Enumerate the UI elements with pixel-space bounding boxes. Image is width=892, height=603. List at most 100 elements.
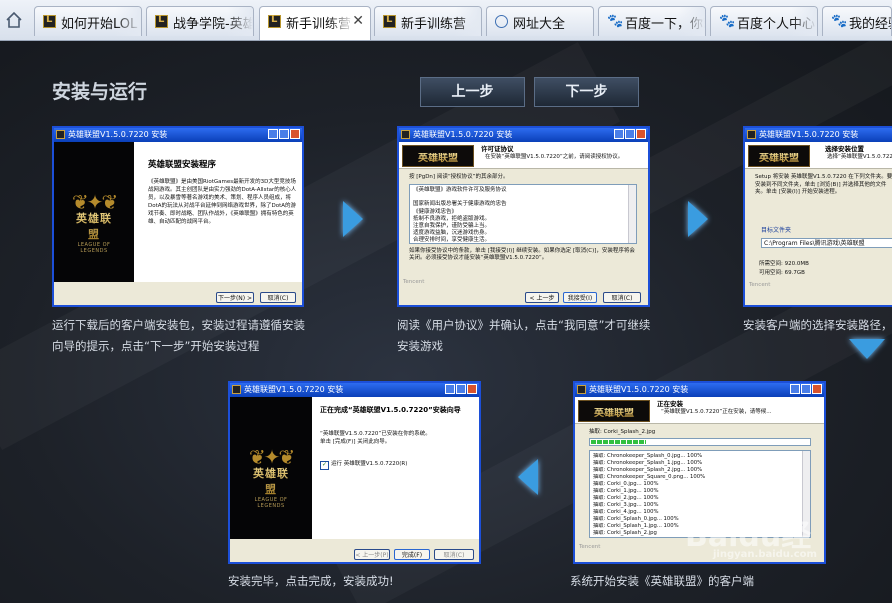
minimize-icon[interactable] [790, 384, 800, 394]
browser-tab[interactable]: 网址大全 [486, 6, 594, 36]
prev-step-button[interactable]: 上一步 [420, 77, 525, 107]
next-step-button[interactable]: 下一步 [534, 77, 639, 107]
maximize-icon[interactable] [279, 129, 289, 139]
arrow-right-icon [688, 201, 708, 237]
browser-tab[interactable]: 新手训练营 [374, 6, 482, 36]
close-icon[interactable] [467, 384, 477, 394]
log-line: 抽取: Chronokeeper_Splash_2.jpg... 100% [593, 467, 703, 473]
close-icon[interactable] [636, 129, 646, 139]
welcome-text: 《英雄联盟》是由美国RiotGames最新开发的3D大型竞技场战网游戏。其主创团… [148, 179, 297, 225]
install-progress-bar [589, 438, 811, 446]
back-button[interactable]: < 上一步(P) [354, 549, 390, 560]
maximize-icon[interactable] [801, 384, 811, 394]
game-logo: 英雄联盟 [402, 145, 474, 167]
log-line: 抽取: Corki_3.jpg... 100% [593, 502, 659, 508]
close-icon[interactable] [290, 129, 300, 139]
folder-group-label: 目标文件夹 [761, 227, 792, 234]
step-caption: 安装完毕，点击完成，安装成功! [228, 574, 394, 588]
license-heading: 许可证协议 [481, 145, 514, 153]
minimize-icon[interactable] [614, 129, 624, 139]
app-icon [56, 130, 65, 139]
license-text-box[interactable]: 《英雄联盟》游戏软件许可及服务协议 国家新闻出版总署关于健康游戏的忠告 《健康游… [409, 184, 637, 244]
installer-welcome-window: 英雄联盟V1.5.0.7220 安装 ❦✦❦ 英雄联盟 LEAGUE OF LE… [52, 126, 304, 307]
folder-path-field[interactable]: C:\Program Files\腾讯游戏\英雄联盟 [761, 238, 892, 248]
installer-progress-window: 英雄联盟V1.5.0.7220 安装 英雄联盟 正在安装 “英雄联盟V1.5.0… [573, 381, 826, 564]
minimize-icon[interactable] [445, 384, 455, 394]
game-logo: 英雄联盟 [748, 145, 810, 167]
browser-tab[interactable]: 战争学院-英雄联盟 [146, 6, 254, 36]
license-text: 《英雄联盟》游戏软件许可及服务协议 国家新闻出版总署关于健康游戏的忠告 《健康游… [413, 187, 507, 244]
arrow-down-icon [849, 339, 885, 359]
brand-label: Tencent [749, 282, 771, 288]
window-title: 英雄联盟V1.5.0.7220 安装 [68, 130, 168, 139]
installer-location-window: 英雄联盟V1.5.0.7220 安装 英雄联盟 选择安装位置 选择“英雄联盟V1… [743, 126, 892, 307]
log-line: 抽取: Corki_1.jpg... 100% [593, 488, 659, 494]
game-logo: 英雄联盟 [578, 400, 650, 422]
page-title: 安装与运行 [52, 81, 148, 103]
globe-icon [495, 15, 508, 28]
browser-tab[interactable]: 🐾 我的经验 [822, 6, 892, 36]
close-icon[interactable] [812, 384, 822, 394]
close-tab-icon[interactable]: ✕ [352, 13, 364, 29]
game-logo: ❦✦❦ 英雄联盟 LEAGUE OF LEGENDS [248, 445, 295, 509]
browser-tab[interactable]: 🐾 百度个人中心 [710, 6, 818, 36]
installer-finish-window: 英雄联盟V1.5.0.7220 安装 ❦✦❦ 英雄联盟 LEAGUE OF LE… [228, 381, 481, 564]
app-icon [577, 385, 586, 394]
back-button[interactable]: < 上一步(P) [525, 292, 559, 303]
lol-favicon-icon [268, 14, 281, 28]
game-banner: ❦✦❦ 英雄联盟 LEAGUE OF LEGENDS [54, 142, 134, 282]
welcome-heading: 英雄联盟安装程序 [148, 160, 217, 170]
browser-tab-active[interactable]: 新手训练营 ✕ [259, 6, 371, 40]
watermark-url: jingyan.baidu.com [713, 549, 817, 560]
progress-heading: 正在安装 [657, 400, 683, 408]
lol-favicon-icon [43, 14, 56, 28]
run-checkbox[interactable]: ✓ [320, 461, 329, 470]
log-line: 抽取: Corki_2.jpg... 100% [593, 495, 659, 501]
log-line: 抽取: Chronokeeper_Splash_0.jpg... 100% [593, 453, 703, 459]
space-available: 可用空间: 69.7GB [759, 270, 805, 276]
log-line: 抽取: Corki_0.jpg... 100% [593, 481, 659, 487]
current-file: 抽取: Corki_Splash_2.jpg [589, 429, 656, 435]
cancel-button[interactable]: 取消(C) [603, 292, 641, 303]
license-hint: 按 [PgDn] 阅读“授权协议”的其余部分。 [409, 174, 509, 180]
next-button[interactable]: 下一步(N) > [216, 292, 254, 303]
browser-tab[interactable]: 🐾 百度一下，你就知道 [598, 6, 706, 36]
log-line: 抽取: Chronokeeper_Splash_1.jpg... 100% [593, 460, 703, 466]
cancel-button[interactable]: 取消(C) [434, 549, 474, 560]
location-heading: 选择安装位置 [825, 145, 864, 153]
location-text: Setup 将安装 英雄联盟V1.5.0.7220 在下列文件夹。要安装到不同文… [755, 174, 892, 195]
baidu-paw-icon: 🐾 [607, 14, 624, 29]
finish-button[interactable]: 完成(F) [394, 549, 430, 560]
baidu-paw-icon: 🐾 [831, 14, 848, 29]
window-title: 英雄联盟V1.5.0.7220 安装 [759, 130, 859, 139]
scrollbar[interactable] [628, 185, 636, 243]
browser-tab[interactable]: 如何开始LOL [34, 6, 142, 36]
finish-heading: 正在完成“英雄联盟V1.5.0.7220”安装向导 [320, 406, 461, 414]
window-title: 英雄联盟V1.5.0.7220 安装 [244, 385, 344, 394]
cancel-button[interactable]: 取消(C) [260, 292, 296, 303]
home-icon[interactable] [2, 8, 26, 32]
window-title: 英雄联盟V1.5.0.7220 安装 [413, 130, 513, 139]
lol-favicon-icon [383, 14, 396, 28]
page-content: 安装与运行 上一步 下一步 英雄联盟V1.5.0.7220 安装 ❦✦❦ 英雄联… [0, 41, 892, 603]
log-line: 抽取: Chronokeeper_Square_0.png... 100% [593, 474, 706, 480]
arrow-left-icon [518, 459, 538, 495]
step-caption: 系统开始安装《英雄联盟》的客户端 [570, 574, 754, 588]
maximize-icon[interactable] [625, 129, 635, 139]
app-icon [747, 130, 756, 139]
step-caption: 运行下载后的客户端安装包，安装过程请遵循安装向导的提示，点击“下一步”开始安装过… [52, 318, 305, 353]
accept-button[interactable]: 我接受(I) [563, 292, 597, 303]
step-caption: 安装客户端的选择安装路径， [743, 318, 892, 332]
tab-label: 网址大全 [513, 17, 566, 32]
license-footer: 如果你接受协议中的条款，单击 [我接受(I)] 继续安装。如果你选定 [取消(C… [409, 248, 635, 261]
maximize-icon[interactable] [456, 384, 466, 394]
game-logo: ❦✦❦ 英雄联盟 LEAGUE OF LEGENDS [71, 190, 118, 254]
progress-subheading: “英雄联盟V1.5.0.7220”正在安装，请等候... [661, 409, 772, 415]
window-title: 英雄联盟V1.5.0.7220 安装 [589, 385, 689, 394]
minimize-icon[interactable] [268, 129, 278, 139]
browser-tab-bar: 如何开始LOL 战争学院-英雄联盟 新手训练营 ✕ 新手训练营 网址大全 🐾 百… [0, 0, 892, 41]
license-subheading: 在安装“英雄联盟V1.5.0.7220”之前，请阅读授权协议。 [485, 154, 624, 160]
installer-license-window: 英雄联盟V1.5.0.7220 安装 英雄联盟 许可证协议 在安装“英雄联盟V1… [397, 126, 650, 307]
space-required: 所需空间: 920.0MB [759, 261, 809, 267]
brand-label: Tencent [403, 279, 425, 285]
